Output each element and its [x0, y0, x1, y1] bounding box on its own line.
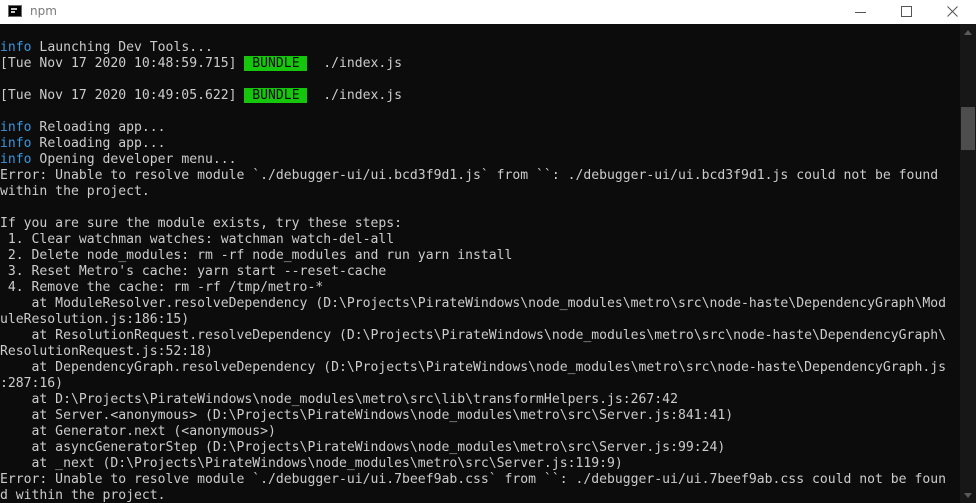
- hint-line: If you are sure the module exists, try t…: [0, 216, 403, 231]
- bundle-line: [Tue Nov 17 2020 10:49:05.622] BUNDLE ./…: [0, 88, 402, 104]
- bundle-file: ./index.js: [307, 88, 403, 103]
- terminal-icon: [8, 5, 22, 17]
- log-message: Opening developer menu...: [31, 152, 237, 167]
- hint-step: 3. Reset Metro's cache: yarn start --res…: [0, 264, 387, 279]
- chevron-up-icon: [964, 30, 972, 35]
- bundle-timestamp: [Tue Nov 17 2020 10:49:05.622]: [0, 88, 245, 103]
- error-line: Error: Unable to resolve module `./debug…: [0, 168, 939, 183]
- hint-step: 4. Remove the cache: rm -rf /tmp/metro-*: [0, 280, 324, 295]
- scroll-down-button[interactable]: [960, 487, 976, 503]
- log-line: info Opening developer menu...: [0, 152, 237, 168]
- error-line: within the project.: [0, 184, 150, 199]
- close-icon: [947, 6, 958, 17]
- log-message: Launching Dev Tools...: [31, 40, 213, 55]
- bundle-line: [Tue Nov 17 2020 10:48:59.715] BUNDLE ./…: [0, 56, 402, 72]
- log-message: Reloading app...: [31, 136, 166, 151]
- chevron-down-icon: [964, 493, 972, 498]
- minimize-button[interactable]: [838, 0, 884, 24]
- vertical-scrollbar[interactable]: [960, 24, 976, 503]
- bundle-badge: BUNDLE: [244, 56, 308, 71]
- log-line: info Launching Dev Tools...: [0, 40, 213, 56]
- log-level: info: [0, 120, 32, 135]
- log-message: Reloading app...: [31, 120, 166, 135]
- console-output[interactable]: info Launching Dev Tools... [Tue Nov 17 …: [0, 24, 960, 503]
- error-line: Error: Unable to resolve module `./debug…: [0, 472, 946, 487]
- window-title: npm: [30, 4, 57, 18]
- hint-step: 2. Delete node_modules: rm -rf node_modu…: [0, 248, 513, 263]
- log-level: info: [0, 152, 32, 167]
- scroll-thumb[interactable]: [961, 107, 975, 150]
- stack-trace-line: uleResolution.js:186:15): [0, 312, 190, 327]
- stack-trace-line: at DependencyGraph.resolveDependency (D:…: [0, 360, 946, 375]
- hint-step: 1. Clear watchman watches: watchman watc…: [0, 232, 395, 247]
- maximize-button[interactable]: [884, 0, 930, 24]
- title-bar: npm: [0, 0, 976, 24]
- log-level: info: [0, 40, 32, 55]
- stack-trace-line: at ResolutionRequest.resolveDependency (…: [0, 328, 946, 343]
- bundle-timestamp: [Tue Nov 17 2020 10:48:59.715]: [0, 56, 245, 71]
- maximize-icon: [901, 6, 912, 17]
- scroll-up-button[interactable]: [960, 24, 976, 40]
- stack-trace-line: at Server.<anonymous> (D:\Projects\Pirat…: [0, 408, 734, 423]
- stack-trace-line: at _next (D:\Projects\PirateWindows\node…: [0, 456, 623, 471]
- bundle-badge: BUNDLE: [244, 88, 308, 103]
- close-button[interactable]: [930, 0, 976, 24]
- log-line: info Reloading app...: [0, 136, 166, 152]
- stack-trace-line: at ModuleResolver.resolveDependency (D:\…: [0, 296, 946, 311]
- log-level: info: [0, 136, 32, 151]
- log-line: info Reloading app...: [0, 120, 166, 136]
- minimize-icon: [855, 12, 866, 13]
- error-line: d within the project.: [0, 488, 166, 503]
- stack-trace-line: at D:\Projects\PirateWindows\node_module…: [0, 392, 678, 407]
- stack-trace-line: :287:16): [0, 376, 64, 391]
- stack-trace-line: at asyncGeneratorStep (D:\Projects\Pirat…: [0, 440, 726, 455]
- bundle-file: ./index.js: [307, 56, 403, 71]
- stack-trace-line: at Generator.next (<anonymous>): [0, 424, 276, 439]
- stack-trace-line: ResolutionRequest.js:52:18): [0, 344, 213, 359]
